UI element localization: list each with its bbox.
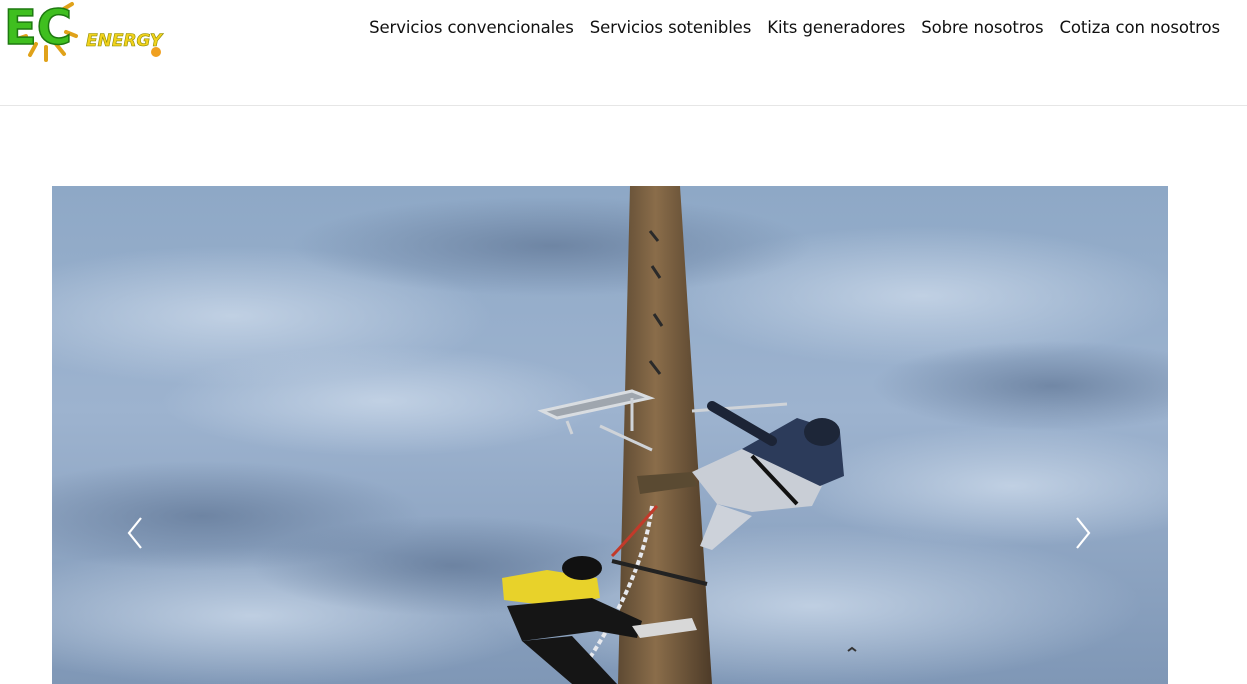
site-header: EC ENERGY Servicios convencionales Servi… — [0, 0, 1247, 106]
slide-image — [52, 186, 1168, 684]
nav-servicios-convencionales[interactable]: Servicios convencionales — [361, 16, 582, 40]
svg-text:EC: EC — [4, 0, 72, 56]
brand-logo[interactable]: EC ENERGY — [2, 0, 174, 66]
nav-sobre-nosotros[interactable]: Sobre nosotros — [913, 16, 1051, 40]
logo-icon: EC ENERGY — [3, 0, 164, 62]
nav-cotiza-con-nosotros[interactable]: Cotiza con nosotros — [1052, 16, 1228, 40]
svg-text:ENERGY: ENERGY — [86, 31, 164, 51]
nav-servicios-sotenibles[interactable]: Servicios sotenibles — [582, 16, 760, 40]
chevron-left-icon — [127, 517, 142, 549]
carousel-prev-button[interactable] — [115, 508, 155, 558]
carousel-next-button[interactable] — [1063, 508, 1103, 558]
hero-carousel — [52, 186, 1168, 684]
nav-kits-generadores[interactable]: Kits generadores — [759, 16, 913, 40]
main-nav: Servicios convencionales Servicios soten… — [361, 16, 1228, 40]
chevron-right-icon — [1076, 517, 1091, 549]
